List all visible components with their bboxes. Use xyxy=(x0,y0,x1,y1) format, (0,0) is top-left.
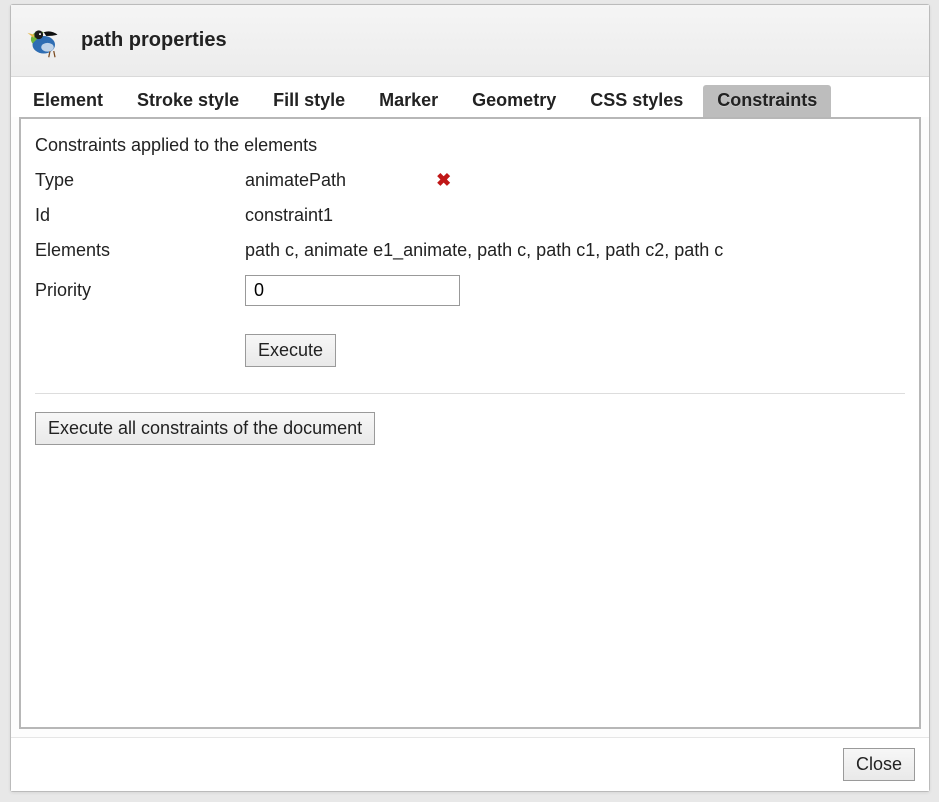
dialog-title: path properties xyxy=(81,29,227,52)
bird-icon xyxy=(25,21,65,61)
dialog-footer: Close xyxy=(11,737,929,791)
value-id: constraint1 xyxy=(245,205,905,226)
dialog-header: path properties xyxy=(11,5,929,77)
priority-input[interactable] xyxy=(245,275,460,306)
tab-stroke-style[interactable]: Stroke style xyxy=(123,85,253,117)
path-properties-dialog: path properties Element Stroke style Fil… xyxy=(10,4,930,792)
row-elements: Elements path c, animate e1_animate, pat… xyxy=(35,240,905,261)
execute-button[interactable]: Execute xyxy=(245,334,336,367)
row-priority: Priority xyxy=(35,275,905,306)
label-type: Type xyxy=(35,170,245,191)
tab-fill-style[interactable]: Fill style xyxy=(259,85,359,117)
execute-all-button[interactable]: Execute all constraints of the document xyxy=(35,412,375,445)
close-button[interactable]: Close xyxy=(843,748,915,781)
tab-constraints[interactable]: Constraints xyxy=(703,85,831,117)
row-id: Id constraint1 xyxy=(35,205,905,226)
tab-marker[interactable]: Marker xyxy=(365,85,452,117)
delete-constraint-icon[interactable]: ✖ xyxy=(436,170,451,191)
tab-element[interactable]: Element xyxy=(19,85,117,117)
tab-css-styles[interactable]: CSS styles xyxy=(576,85,697,117)
label-priority: Priority xyxy=(35,280,245,301)
tab-strip: Element Stroke style Fill style Marker G… xyxy=(11,77,929,117)
value-elements: path c, animate e1_animate, path c, path… xyxy=(245,240,905,261)
tab-geometry[interactable]: Geometry xyxy=(458,85,570,117)
constraints-heading: Constraints applied to the elements xyxy=(35,135,905,156)
label-id: Id xyxy=(35,205,245,226)
value-type: animatePath xyxy=(245,170,346,191)
row-type: Type animatePath ✖ xyxy=(35,170,905,191)
constraints-panel: Constraints applied to the elements Type… xyxy=(19,117,921,729)
divider xyxy=(35,393,905,394)
label-elements: Elements xyxy=(35,240,245,261)
